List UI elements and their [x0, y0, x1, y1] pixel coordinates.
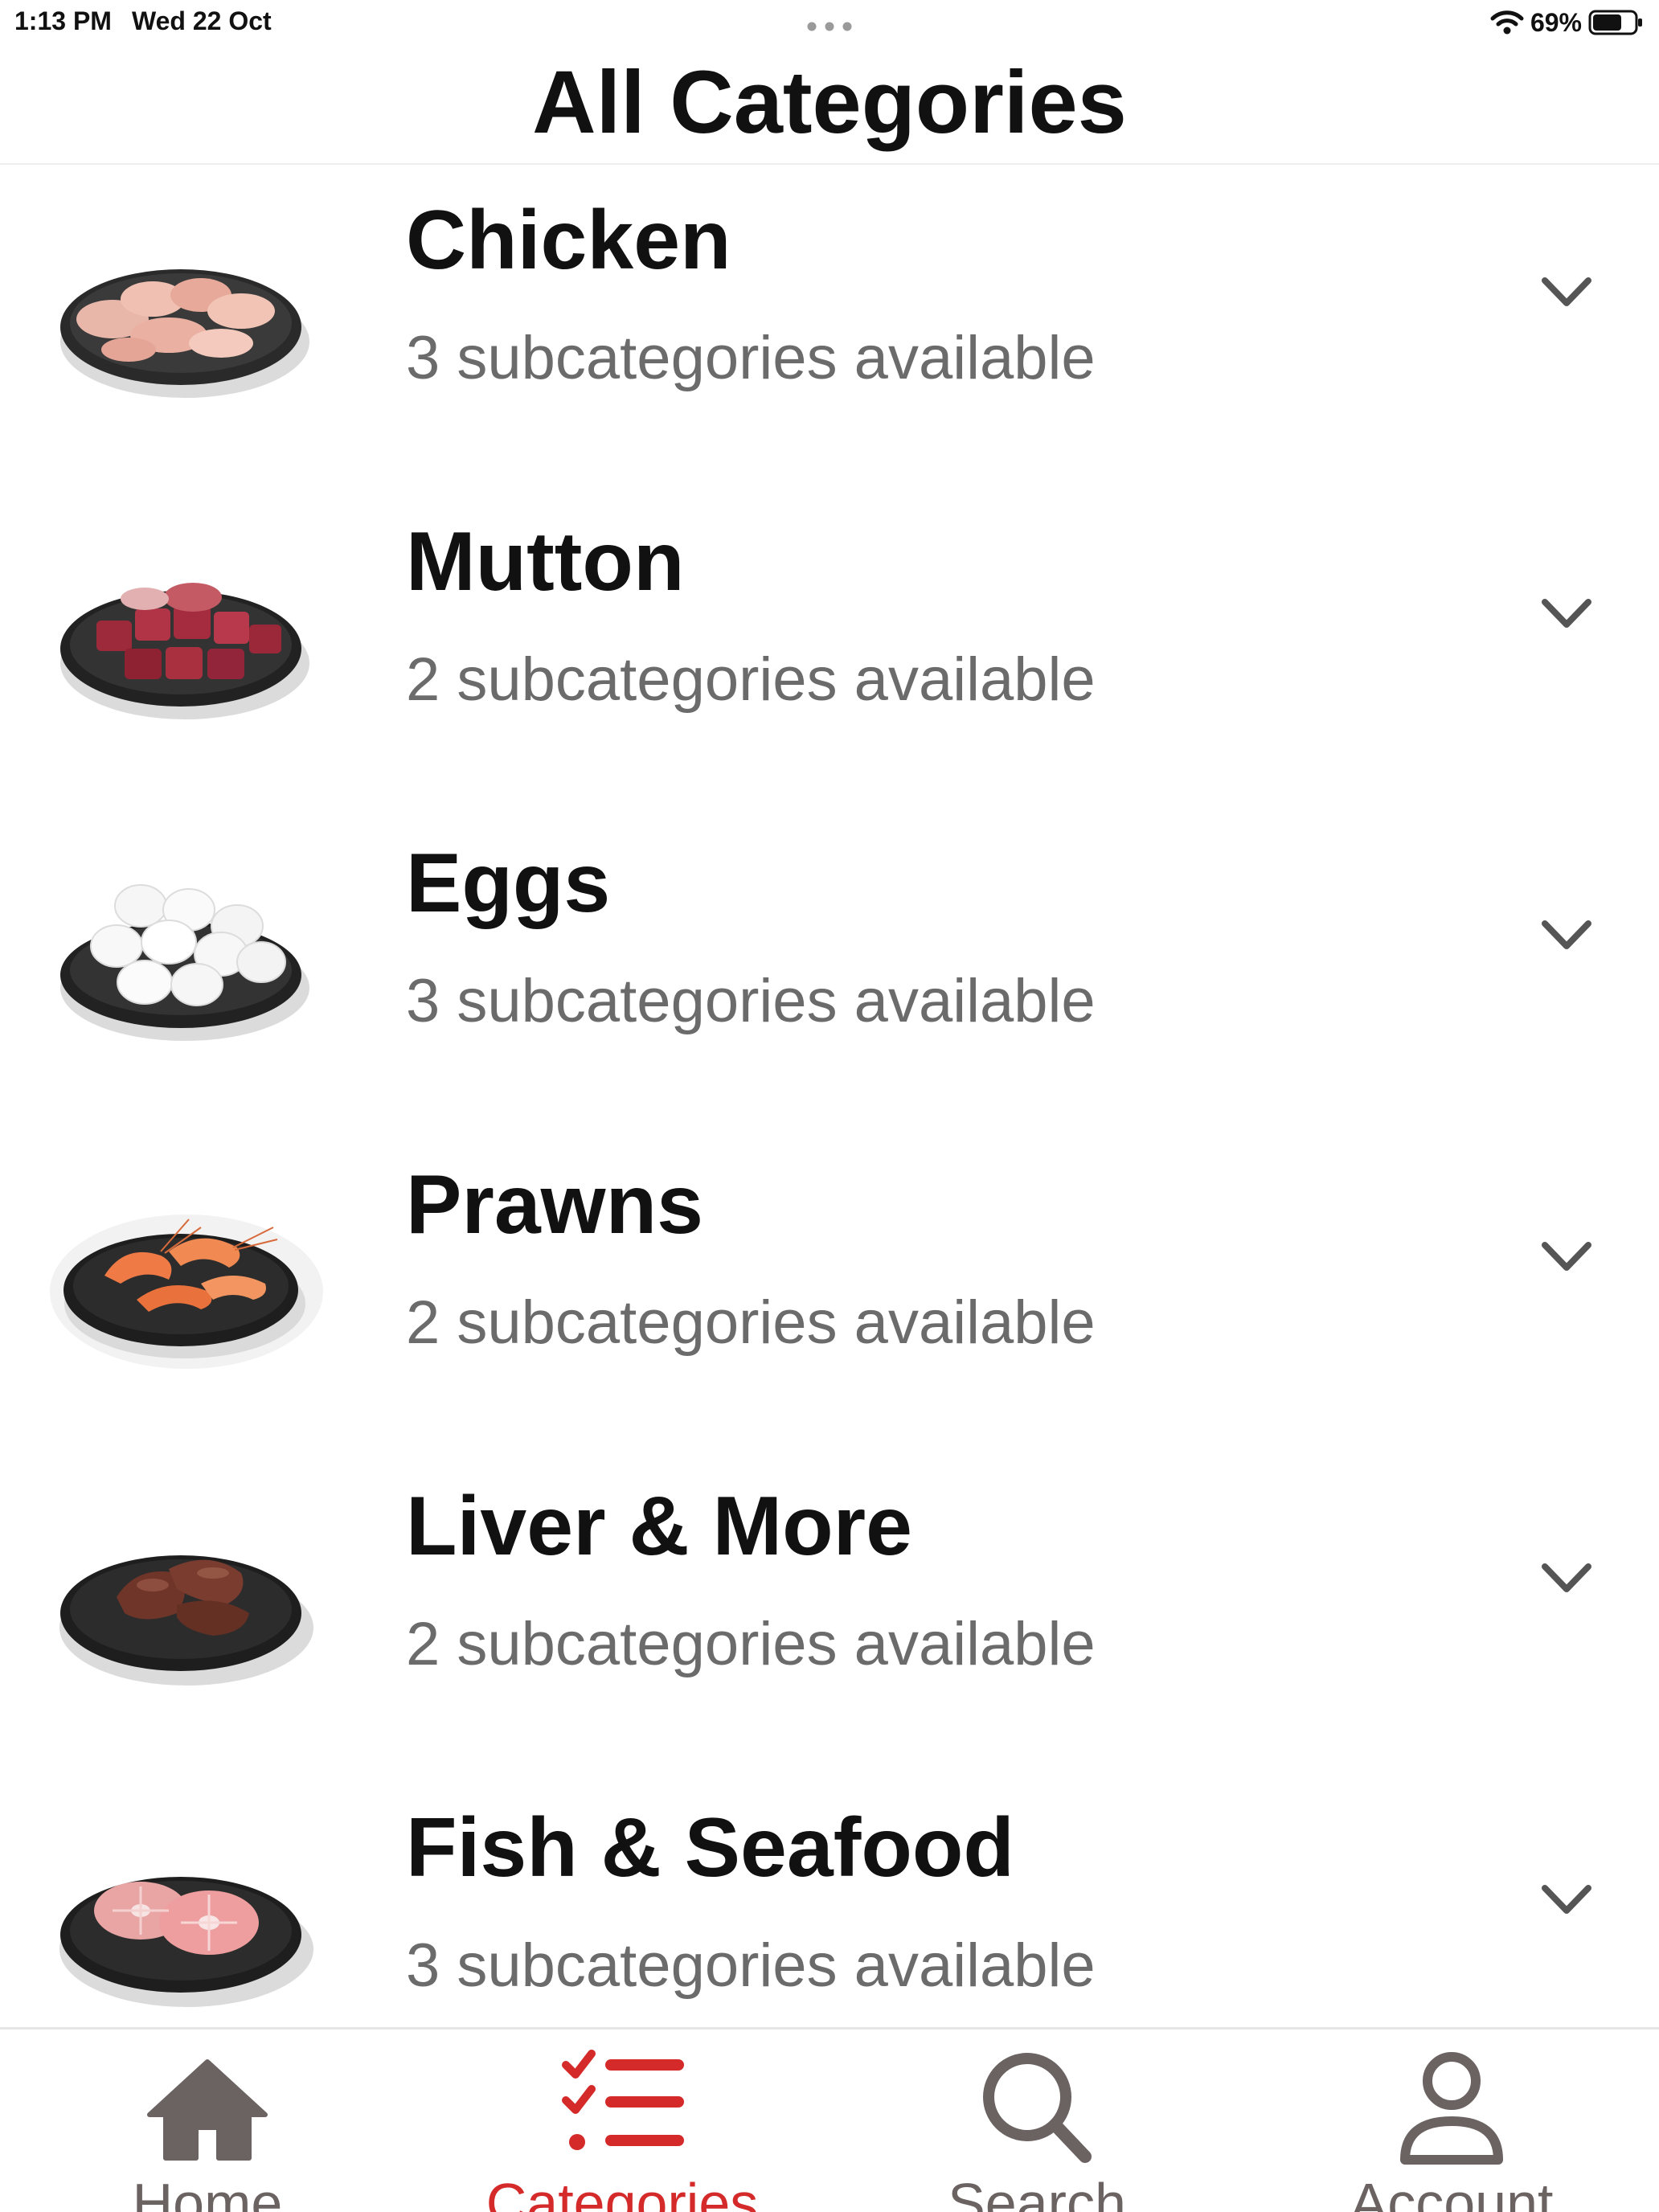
tab-categories[interactable]: Categories — [415, 2030, 830, 2212]
status-indicators: 69% — [1490, 5, 1645, 40]
category-subtitle: 3 subcategories available — [406, 324, 1096, 392]
category-list[interactable]: Chicken 3 subcategories available Mutton… — [0, 165, 1659, 2027]
multitask-dots-icon[interactable] — [805, 21, 854, 31]
chevron-down-icon[interactable] — [1538, 1882, 1595, 1919]
eggs-image — [48, 850, 326, 1059]
category-row-mutton[interactable]: Mutton 2 subcategories available — [0, 486, 1659, 808]
category-subtitle: 3 subcategories available — [406, 967, 1096, 1035]
page-title: All Categories — [532, 53, 1127, 152]
category-name: Eggs — [406, 837, 611, 930]
category-name: Prawns — [406, 1158, 703, 1251]
battery-percent: 69% — [1530, 7, 1582, 37]
search-icon — [973, 2047, 1101, 2168]
home-icon — [143, 2047, 272, 2168]
category-row-fish[interactable]: Fish & Seafood 3 subcategories available — [0, 1772, 1659, 2027]
category-row-chicken[interactable]: Chicken 3 subcategories available — [0, 165, 1659, 486]
category-subtitle: 2 subcategories available — [406, 1288, 1096, 1357]
chevron-down-icon[interactable] — [1538, 917, 1595, 954]
category-row-prawns[interactable]: Prawns 2 subcategories available — [0, 1129, 1659, 1451]
person-icon — [1387, 2047, 1516, 2168]
tab-account[interactable]: Account — [1244, 2030, 1659, 2212]
tab-home[interactable]: Home — [0, 2030, 415, 2212]
category-name: Mutton — [406, 515, 685, 608]
status-date: Wed 22 Oct — [132, 6, 272, 35]
status-bar: 1:13 PM Wed 22 Oct 69% — [0, 0, 1659, 48]
category-name: Liver & More — [406, 1480, 912, 1573]
chicken-image — [48, 207, 326, 416]
chevron-down-icon[interactable] — [1538, 274, 1595, 311]
prawns-image — [48, 1171, 326, 1380]
chevron-down-icon[interactable] — [1538, 1560, 1595, 1597]
chevron-down-icon[interactable] — [1538, 596, 1595, 633]
category-row-eggs[interactable]: Eggs 3 subcategories available — [0, 808, 1659, 1129]
checklist-icon — [558, 2047, 686, 2168]
tab-label: Categories — [485, 2172, 759, 2212]
tab-search[interactable]: Search — [830, 2030, 1244, 2212]
category-row-liver[interactable]: Liver & More 2 subcategories available — [0, 1451, 1659, 1772]
category-subtitle: 2 subcategories available — [406, 645, 1096, 714]
category-subtitle: 2 subcategories available — [406, 1610, 1096, 1678]
category-name: Chicken — [406, 194, 731, 287]
category-subtitle: 3 subcategories available — [406, 1931, 1096, 2000]
tab-label: Search — [948, 2172, 1126, 2212]
tab-label: Home — [132, 2172, 283, 2212]
bottom-tab-bar: Home Categories Search Account — [0, 2027, 1659, 2212]
wifi-icon — [1490, 9, 1524, 36]
status-time: 1:13 PM — [14, 6, 112, 35]
tab-label: Account — [1350, 2172, 1554, 2212]
page-header: All Categories — [0, 48, 1659, 165]
battery-icon — [1588, 9, 1645, 36]
chevron-down-icon[interactable] — [1538, 1239, 1595, 1276]
category-name: Fish & Seafood — [406, 1801, 1014, 1895]
fish-image — [48, 1814, 326, 2023]
mutton-image — [48, 528, 326, 737]
liver-image — [48, 1493, 326, 1702]
